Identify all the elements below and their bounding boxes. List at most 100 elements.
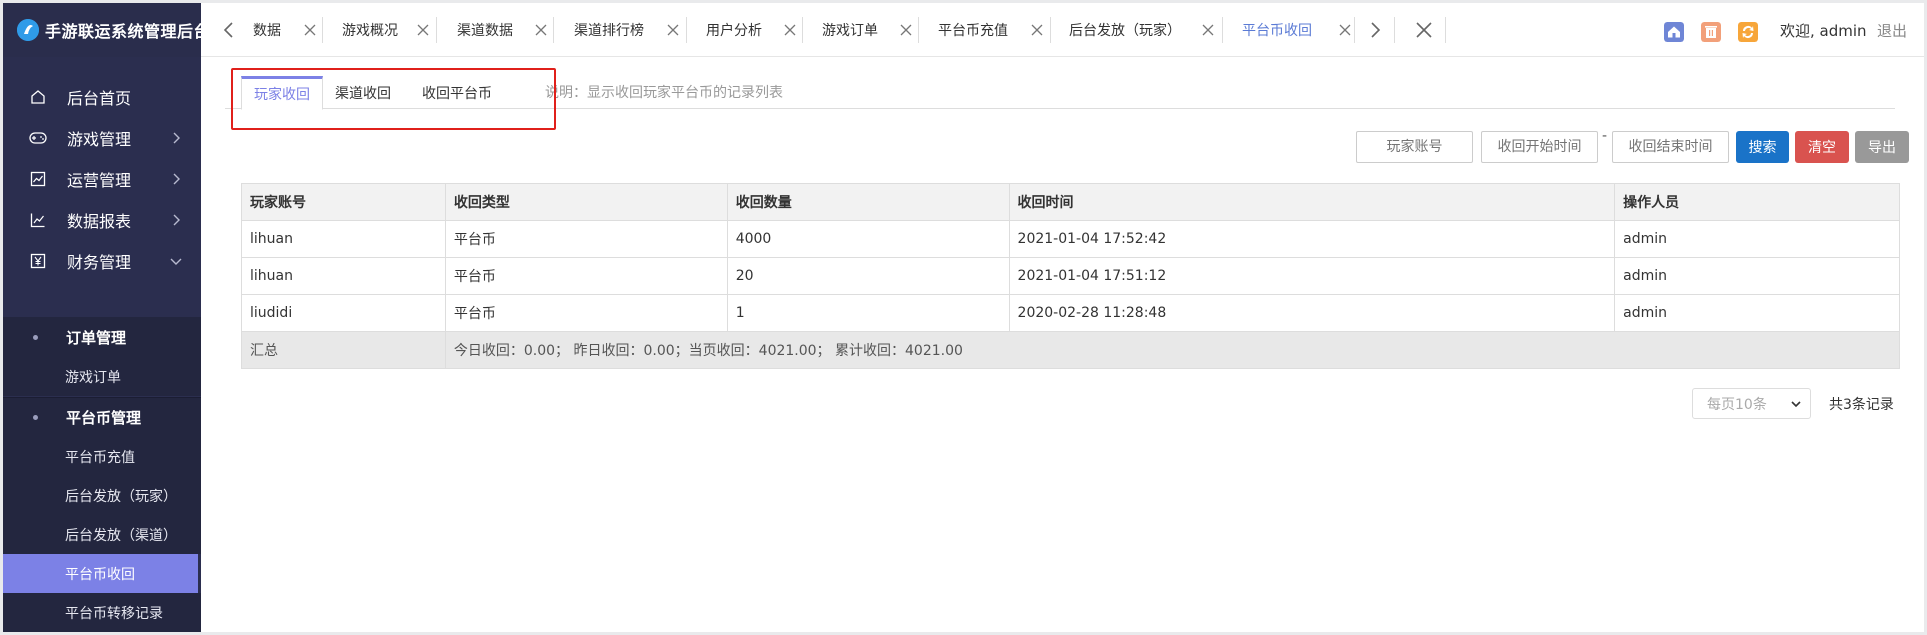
search-button[interactable]: 搜索 <box>1736 131 1789 163</box>
tab-data[interactable]: 数据 <box>253 3 333 57</box>
close-icon[interactable] <box>899 23 913 37</box>
close-icon[interactable] <box>1338 23 1352 37</box>
sidebar-item-label: 平台币收回 <box>65 566 135 583</box>
menu-item-finance[interactable]: 财务管理 <box>3 236 201 286</box>
chevron-left-icon[interactable] <box>218 19 240 41</box>
tab-label: 平台币充值 <box>938 23 1008 39</box>
player-account-input[interactable] <box>1356 131 1473 163</box>
tab-divider <box>1050 17 1051 43</box>
tab-coin-recall[interactable]: 平台币收回 <box>1242 3 1382 57</box>
line-chart-icon <box>29 211 47 229</box>
cell-amount: 1 <box>726 294 1010 332</box>
tab-label: 渠道排行榜 <box>574 23 644 39</box>
tab-divider <box>1394 17 1395 43</box>
chevron-down-icon <box>1791 401 1801 408</box>
tab-label: 平台币收回 <box>1242 23 1312 39</box>
logout-link[interactable]: 退出 <box>1877 3 1907 57</box>
trash-icon[interactable] <box>1701 22 1721 42</box>
menu-label: 数据报表 <box>67 212 132 231</box>
close-icon[interactable] <box>666 23 680 37</box>
sub-group-label: 平台币管理 <box>66 409 142 427</box>
tab-bar: 数据 游戏概况 渠道数据 渠道排行榜 用户分析 游戏订单 平台币充值 后台发放（… <box>201 3 1924 57</box>
home-icon[interactable] <box>1664 22 1684 42</box>
close-icon[interactable] <box>416 23 430 37</box>
close-icon[interactable] <box>534 23 548 37</box>
cell-time: 2021-01-04 17:51:12 <box>1008 257 1616 295</box>
page-size-value: 每页10条 <box>1707 396 1767 413</box>
close-all-icon[interactable] <box>1413 19 1435 41</box>
total-records: 共3条记录 <box>1829 396 1894 413</box>
app-window: 手游联运系统管理后台 后台首页 游戏管理 运营管理 数据报表 财务管理 订单管理… <box>3 3 1924 632</box>
highlight-box <box>231 68 556 130</box>
tab-divider <box>918 17 919 43</box>
menu-label: 运营管理 <box>67 171 132 190</box>
page-hint: 说明：显示收回玩家平台币的记录列表 <box>545 85 783 101</box>
sidebar-item-issue-player[interactable]: 后台发放（玩家） <box>3 476 201 515</box>
tab-label: 后台发放（玩家） <box>1069 23 1181 39</box>
tab-divider <box>1445 17 1446 43</box>
cell-operator: admin <box>1614 294 1900 332</box>
chevron-right-icon[interactable] <box>1364 19 1386 41</box>
tab-divider <box>802 17 803 43</box>
tab-label: 用户分析 <box>706 23 762 39</box>
export-button[interactable]: 导出 <box>1855 131 1909 163</box>
cell-time: 2020-02-28 11:28:48 <box>1008 294 1616 332</box>
table-row: lihuan 平台币 20 2021-01-04 17:51:12 admin <box>241 257 1900 295</box>
sidebar-item-issue-channel[interactable]: 后台发放（渠道） <box>3 515 201 554</box>
menu-label: 游戏管理 <box>67 130 132 149</box>
cell-account: lihuan <box>241 220 446 258</box>
column-header: 操作人员 <box>1614 183 1900 221</box>
clear-button[interactable]: 清空 <box>1795 131 1849 163</box>
sidebar-item-label: 游戏订单 <box>65 369 121 386</box>
cell-amount: 4000 <box>726 220 1010 258</box>
menu-label: 后台首页 <box>67 89 132 108</box>
refresh-icon[interactable] <box>1738 22 1758 42</box>
tab-divider <box>322 17 323 43</box>
close-icon[interactable] <box>1201 23 1215 37</box>
tab-divider <box>553 17 554 43</box>
tab-divider <box>1222 17 1223 43</box>
sidebar-item-coin-recall[interactable]: 平台币收回 <box>3 554 198 593</box>
page-size-select[interactable]: 每页10条 <box>1692 388 1811 419</box>
column-header: 收回时间 <box>1008 183 1616 221</box>
sidebar-item-game-orders[interactable]: 游戏订单 <box>3 357 201 396</box>
table-header-row: 玩家账号 收回类型 收回数量 收回时间 操作人员 <box>241 183 1900 221</box>
main-content: 玩家收回 渠道收回 收回平台币 说明：显示收回玩家平台币的记录列表 - 搜索 清… <box>201 58 1924 632</box>
close-icon[interactable] <box>1030 23 1044 37</box>
summary-row: 汇总 今日收回：0.00； 昨日收回：0.00；当页收回：4021.00； 累计… <box>241 331 1901 369</box>
chevron-right-icon <box>173 173 180 185</box>
summary-text: 今日收回：0.00； 昨日收回：0.00；当页收回：4021.00； 累计收回：… <box>444 331 1901 369</box>
sidebar-item-label: 后台发放（渠道） <box>65 527 177 544</box>
bullet-icon <box>33 334 38 340</box>
column-header: 收回数量 <box>726 183 1010 221</box>
cell-type: 平台币 <box>444 220 728 258</box>
app-title: 手游联运系统管理后台 <box>45 22 211 41</box>
sidebar-item-coin-recharge[interactable]: 平台币充值 <box>3 437 201 476</box>
cell-operator: admin <box>1614 257 1900 295</box>
cell-account: lihuan <box>241 257 446 295</box>
table-row: liudidi 平台币 1 2020-02-28 11:28:48 admin <box>241 294 1900 332</box>
column-header: 玩家账号 <box>241 183 446 221</box>
close-icon[interactable] <box>303 23 317 37</box>
sub-group-platform-coin[interactable]: 平台币管理 <box>3 397 201 437</box>
sidebar-item-coin-transfer[interactable]: 平台币转移记录 <box>3 593 201 632</box>
tab-label: 渠道数据 <box>457 23 513 39</box>
chevron-down-icon <box>170 258 182 265</box>
start-time-input[interactable] <box>1481 131 1598 163</box>
end-time-input[interactable] <box>1612 131 1729 163</box>
range-separator: - <box>1602 128 1608 144</box>
column-header: 收回类型 <box>444 183 728 221</box>
sub-group-orders[interactable]: 订单管理 <box>3 317 201 357</box>
cell-amount: 20 <box>726 257 1010 295</box>
cell-operator: admin <box>1614 220 1900 258</box>
tab-issue-player[interactable]: 后台发放（玩家） <box>1069 3 1259 57</box>
bullet-icon <box>33 415 38 420</box>
logo-icon <box>17 19 39 41</box>
tab-label: 游戏概况 <box>342 23 398 39</box>
sidebar-item-label: 平台币转移记录 <box>65 605 163 622</box>
gamepad-icon <box>29 129 47 147</box>
recall-table: 玩家账号 收回类型 收回数量 收回时间 操作人员 lihuan 平台币 4000… <box>241 183 1901 369</box>
sidebar-item-label: 平台币充值 <box>65 449 135 466</box>
tab-label: 游戏订单 <box>822 23 878 39</box>
close-icon[interactable] <box>783 23 797 37</box>
